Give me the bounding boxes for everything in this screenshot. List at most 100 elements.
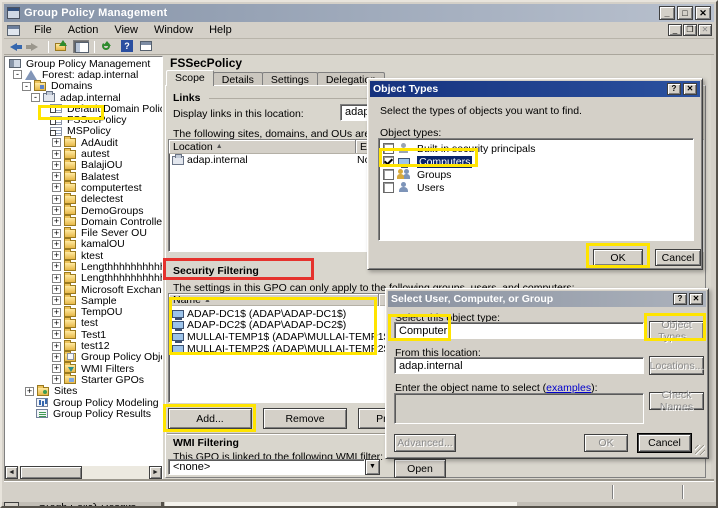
tree-item[interactable]: FSSecPolicy <box>5 114 162 125</box>
tree-item[interactable]: Group Policy Modeling <box>5 397 162 408</box>
expand-icon[interactable]: + <box>52 217 61 226</box>
expand-icon[interactable]: + <box>52 240 61 249</box>
collapse-icon[interactable]: - <box>31 93 40 102</box>
open-button[interactable]: Open <box>394 459 446 478</box>
wmi-filter-value[interactable]: <none> <box>168 459 365 475</box>
window-titlebar[interactable]: Group Policy Management _ □ ✕ <box>4 4 714 22</box>
tab-settings[interactable]: Settings <box>262 72 318 86</box>
expand-icon[interactable]: + <box>52 206 61 215</box>
tree-item[interactable]: +Sample <box>5 295 162 306</box>
checkbox-icon[interactable] <box>383 143 394 154</box>
help-icon[interactable]: ? <box>119 40 135 53</box>
wmi-filter-combobox[interactable]: <none> ▼ <box>168 459 380 475</box>
object-type-field[interactable]: Computer <box>394 322 644 339</box>
select-object-titlebar[interactable]: Select User, Computer, or Group ? ✕ <box>388 291 706 307</box>
expand-icon[interactable]: + <box>52 150 61 159</box>
back-icon[interactable] <box>8 40 24 53</box>
collapse-icon[interactable]: - <box>13 70 22 79</box>
tree-item[interactable]: +Lengthhhhhhhhhhhhhhh <box>5 273 162 284</box>
tree-item[interactable]: +Lengthhhhhhhhhh`~!@ <box>5 261 162 272</box>
object-name-textarea[interactable] <box>394 393 644 424</box>
tree-item[interactable]: +Microsoft Exchange Sec <box>5 284 162 295</box>
tree-item[interactable]: +kamalOU <box>5 239 162 250</box>
expand-icon[interactable]: + <box>52 375 61 384</box>
tree-item[interactable]: +delectest <box>5 194 162 205</box>
tree-item[interactable]: +Sites <box>5 386 162 397</box>
menu-window[interactable]: Window <box>146 23 201 37</box>
tree-item[interactable]: Group Policy Management <box>5 58 162 69</box>
tree-item[interactable]: +AdAudit <box>5 137 162 148</box>
cancel-button[interactable]: Cancel <box>655 249 701 266</box>
close-icon[interactable]: ✕ <box>695 6 711 20</box>
expand-icon[interactable]: + <box>52 308 61 317</box>
help-icon[interactable]: ? <box>673 293 687 305</box>
tab-details[interactable]: Details <box>213 72 263 86</box>
scroll-right-icon[interactable]: ► <box>149 466 162 479</box>
object-type-option[interactable]: Computers <box>379 155 693 168</box>
expand-icon[interactable]: + <box>52 251 61 260</box>
mdi-minimize-icon[interactable]: _ <box>668 24 682 36</box>
expand-icon[interactable]: + <box>52 296 61 305</box>
expand-icon[interactable]: + <box>52 364 61 373</box>
expand-icon[interactable]: + <box>52 342 61 351</box>
mdi-close-icon[interactable]: ✕ <box>698 24 712 36</box>
tree-item[interactable]: -adap.internal <box>5 92 162 103</box>
advanced-button[interactable]: Advanced... <box>394 434 456 452</box>
tree-item[interactable]: +test12 <box>5 340 162 351</box>
tree-item[interactable]: +test <box>5 318 162 329</box>
expand-icon[interactable]: + <box>52 161 61 170</box>
locations-button[interactable]: Locations... <box>649 356 704 375</box>
tree-item[interactable]: -Domains <box>5 81 162 92</box>
ok-button[interactable]: OK <box>593 249 643 266</box>
expand-icon[interactable]: + <box>52 183 61 192</box>
tree-item[interactable]: -Forest: adap.internal <box>5 69 162 80</box>
mdi-restore-icon[interactable]: ❐ <box>683 24 697 36</box>
help-icon[interactable]: ? <box>667 83 681 95</box>
checkbox-checked-icon[interactable] <box>383 156 394 167</box>
expand-icon[interactable]: + <box>25 387 34 396</box>
close-icon[interactable]: ✕ <box>689 293 703 305</box>
expand-icon[interactable]: + <box>52 172 61 181</box>
tree-item[interactable]: +TempOU <box>5 307 162 318</box>
tree-item[interactable]: +Group Policy Objects <box>5 352 162 363</box>
expand-icon[interactable]: + <box>52 330 61 339</box>
object-types-button[interactable]: Object Types... <box>649 321 704 340</box>
expand-icon[interactable]: + <box>52 229 61 238</box>
checkbox-icon[interactable] <box>383 182 394 193</box>
menu-view[interactable]: View <box>106 23 146 37</box>
tree-item[interactable]: +Domain Controllers <box>5 216 162 227</box>
show-hide-console-tree-icon[interactable] <box>73 40 89 53</box>
forward-icon[interactable] <box>27 40 43 53</box>
tree-horizontal-scrollbar[interactable]: ◄ ► <box>5 466 162 479</box>
expand-icon[interactable]: + <box>52 285 61 294</box>
expand-icon[interactable]: + <box>52 138 61 147</box>
menu-action[interactable]: Action <box>60 23 107 37</box>
expand-icon[interactable]: + <box>52 319 61 328</box>
ok-button[interactable]: OK <box>584 434 628 452</box>
cancel-button[interactable]: Cancel <box>638 434 691 452</box>
tree-item[interactable]: +File Sever OU <box>5 227 162 238</box>
chevron-down-icon[interactable]: ▼ <box>365 459 380 475</box>
checkbox-icon[interactable] <box>383 169 394 180</box>
new-window-icon[interactable] <box>138 40 154 53</box>
tree-item[interactable]: +WMI Filters <box>5 363 162 374</box>
expand-icon[interactable]: + <box>52 195 61 204</box>
object-type-option[interactable]: Built-in security principals <box>379 142 693 155</box>
object-type-option[interactable]: Groups <box>379 168 693 181</box>
check-names-button[interactable]: Check Names <box>649 392 704 410</box>
column-name[interactable]: Name ▲ <box>169 294 379 306</box>
close-icon[interactable]: ✕ <box>683 83 697 95</box>
tree-item[interactable]: +BalajiOU <box>5 160 162 171</box>
column-location[interactable]: Location ▲ <box>169 140 356 153</box>
minimize-icon[interactable]: _ <box>659 6 675 20</box>
menu-help[interactable]: Help <box>201 23 240 37</box>
scrollbar-thumb[interactable] <box>20 466 82 479</box>
expand-icon[interactable]: + <box>52 274 61 283</box>
tab-scope[interactable]: Scope <box>166 70 214 86</box>
tree-item[interactable]: +autest <box>5 148 162 159</box>
expand-icon[interactable]: + <box>52 353 61 362</box>
export-list-icon[interactable] <box>54 40 70 53</box>
expand-icon[interactable]: + <box>52 262 61 271</box>
tree-item[interactable]: MSPolicy <box>5 126 162 137</box>
tree-item[interactable]: +Balatest <box>5 171 162 182</box>
